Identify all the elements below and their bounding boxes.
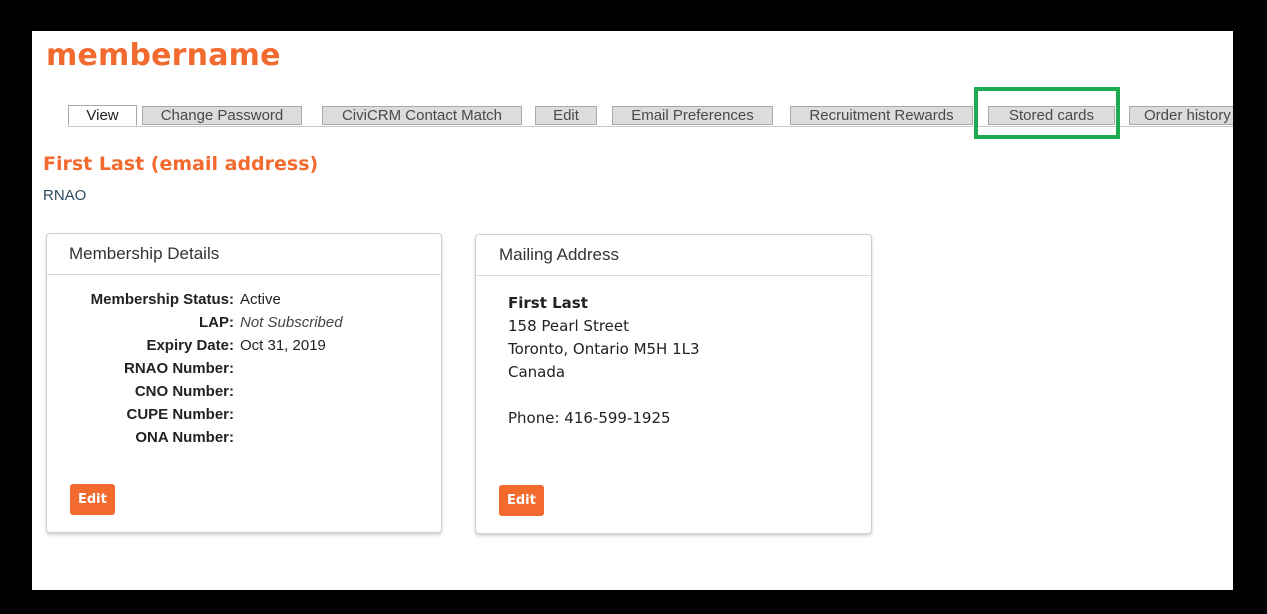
detail-value: Active [240,291,281,308]
detail-row: RNAO Number: [47,360,443,383]
organization-link[interactable]: RNAO [43,187,86,204]
contact-heading: First Last (email address) [43,153,319,175]
mailing-address-panel: Mailing Address First Last 158 Pearl Str… [475,234,872,534]
detail-row: Expiry Date: Oct 31, 2019 [47,337,443,360]
tab-change-password[interactable]: Change Password [142,106,302,125]
address-name: First Last [508,294,588,312]
detail-row: ONA Number: [47,429,443,452]
tab-bar: View Change Password CiviCRM Contact Mat… [68,105,1233,127]
detail-row: LAP: Not Subscribed [47,314,443,337]
address-spacer [508,384,700,407]
address-phone: Phone: 416-599-1925 [508,409,671,427]
detail-label: RNAO Number: [123,360,234,377]
tab-email-preferences[interactable]: Email Preferences [612,106,773,125]
mailing-edit-button[interactable]: Edit [499,485,544,516]
page-frame: membername View Change Password CiviCRM … [32,31,1233,590]
tab-stored-cards[interactable]: Stored cards [988,106,1115,125]
membership-details-list: Membership Status: Active LAP: Not Subsc… [47,291,443,452]
membership-edit-button[interactable]: Edit [70,484,115,515]
detail-value: Oct 31, 2019 [240,337,326,354]
address-street: 158 Pearl Street [508,317,630,335]
detail-row: CUPE Number: [47,406,443,429]
detail-label: Expiry Date: [146,337,234,354]
detail-row: Membership Status: Active [47,291,443,314]
detail-label: CNO Number: [134,383,234,400]
tab-view[interactable]: View [68,105,137,126]
detail-row: CNO Number: [47,383,443,406]
tab-civicrm-contact-match[interactable]: CiviCRM Contact Match [322,106,522,125]
detail-value: Not Subscribed [240,314,343,331]
detail-label: CUPE Number: [126,406,234,423]
detail-label: ONA Number: [135,429,234,446]
membership-details-panel: Membership Details Membership Status: Ac… [46,233,442,533]
tab-edit[interactable]: Edit [535,106,597,125]
detail-label: Membership Status: [90,291,234,308]
mailing-address-title: Mailing Address [476,235,871,276]
detail-label: LAP: [199,314,234,331]
mailing-address-block: First Last 158 Pearl Street Toronto, Ont… [508,292,700,430]
address-city: Toronto, Ontario M5H 1L3 [508,340,700,358]
tab-order-history[interactable]: Order history [1129,106,1233,125]
membership-details-title: Membership Details [47,234,441,275]
site-title: membername [46,38,281,73]
address-country: Canada [508,363,566,381]
tab-recruitment-rewards[interactable]: Recruitment Rewards [790,106,973,125]
